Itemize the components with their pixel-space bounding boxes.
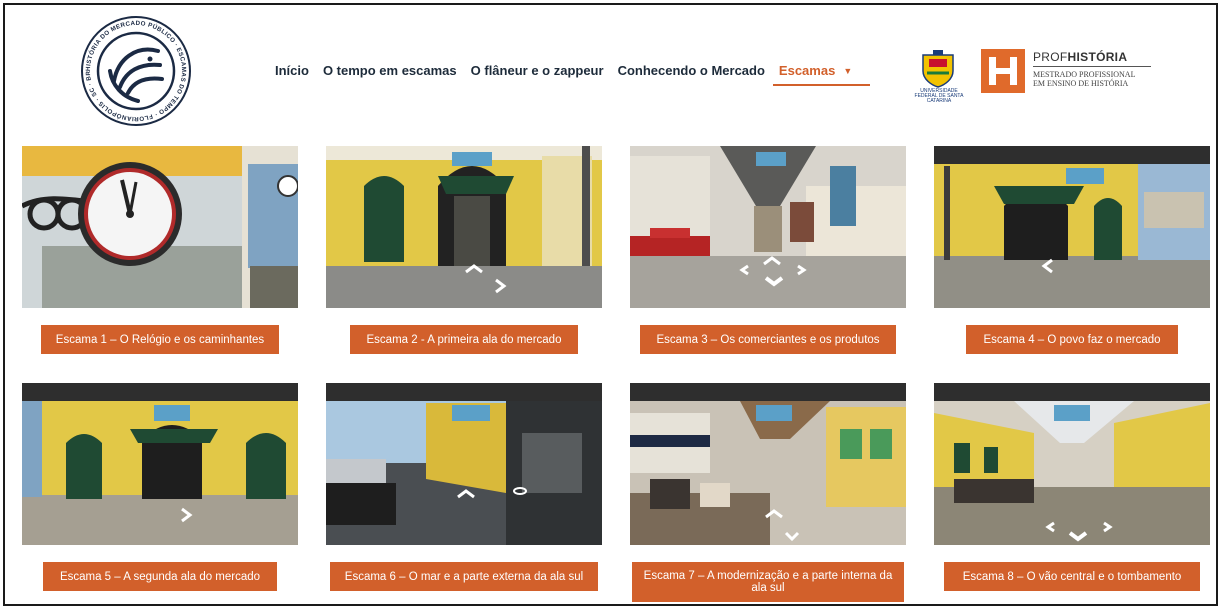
- profhistoria-subtitle: MESTRADO PROFISSIONAL EM ENSINO DE HISTÓ…: [1033, 70, 1135, 88]
- escama-1-thumbnail[interactable]: [22, 146, 298, 308]
- nav-escamas-label: Escamas: [778, 63, 836, 78]
- escama-2-thumbnail[interactable]: [326, 146, 602, 308]
- main-nav: Início O tempo em escamas O flâneur e o …: [275, 63, 871, 86]
- profhistoria-logo-mark[interactable]: [981, 49, 1025, 93]
- escama-8-button[interactable]: Escama 8 – O vão central e o tombamento: [944, 562, 1200, 591]
- nav-flaneur-zappeur[interactable]: O flâneur e o zappeur: [471, 63, 604, 78]
- escama-5-thumbnail[interactable]: [22, 383, 298, 545]
- escama-4-button[interactable]: Escama 4 – O povo faz o mercado: [966, 325, 1178, 354]
- escama-6-thumbnail[interactable]: [326, 383, 602, 545]
- nav-tempo-em-escamas[interactable]: O tempo em escamas: [323, 63, 457, 78]
- escama-2-button[interactable]: Escama 2 - A primeira ala do mercado: [350, 325, 578, 354]
- profhistoria-sub2: EM ENSINO DE HISTÓRIA: [1033, 79, 1129, 88]
- caret-down-icon: ▼: [843, 66, 853, 76]
- site-logo[interactable]: HISTÓRIA DO MERCADO PÚBLICO · ESCAMAS DO…: [80, 15, 192, 127]
- nav-conhecendo-mercado[interactable]: Conhecendo o Mercado: [618, 63, 765, 78]
- nav-escamas[interactable]: Escamas ▼: [772, 63, 871, 86]
- escama-8-thumbnail[interactable]: [934, 383, 1210, 545]
- nav-inicio[interactable]: Início: [275, 63, 309, 78]
- profhistoria-title: PROFHISTÓRIA: [1033, 50, 1127, 64]
- page-frame: HISTÓRIA DO MERCADO PÚBLICO · ESCAMAS DO…: [3, 3, 1218, 606]
- profhistoria-prefix: PROF: [1033, 50, 1068, 64]
- profhistoria-bold: HISTÓRIA: [1067, 50, 1128, 64]
- profhistoria-sub1: MESTRADO PROFISSIONAL: [1033, 70, 1136, 79]
- escama-1-button[interactable]: Escama 1 – O Relógio e os caminhantes: [41, 325, 279, 354]
- ufsc-caption: UNIVERSIDADE FEDERAL DE SANTA CATARINA: [914, 88, 964, 104]
- profhistoria-divider: [1033, 66, 1151, 67]
- escama-7-button[interactable]: Escama 7 – A modernização e a parte inte…: [632, 562, 904, 602]
- escama-4-thumbnail[interactable]: [934, 146, 1210, 308]
- escama-3-button[interactable]: Escama 3 – Os comerciantes e os produtos: [640, 325, 896, 354]
- escama-5-button[interactable]: Escama 5 – A segunda ala do mercado: [43, 562, 277, 591]
- escama-3-thumbnail[interactable]: [630, 146, 906, 308]
- escama-6-button[interactable]: Escama 6 – O mar e a parte externa da al…: [330, 562, 598, 591]
- escama-7-thumbnail[interactable]: [630, 383, 906, 545]
